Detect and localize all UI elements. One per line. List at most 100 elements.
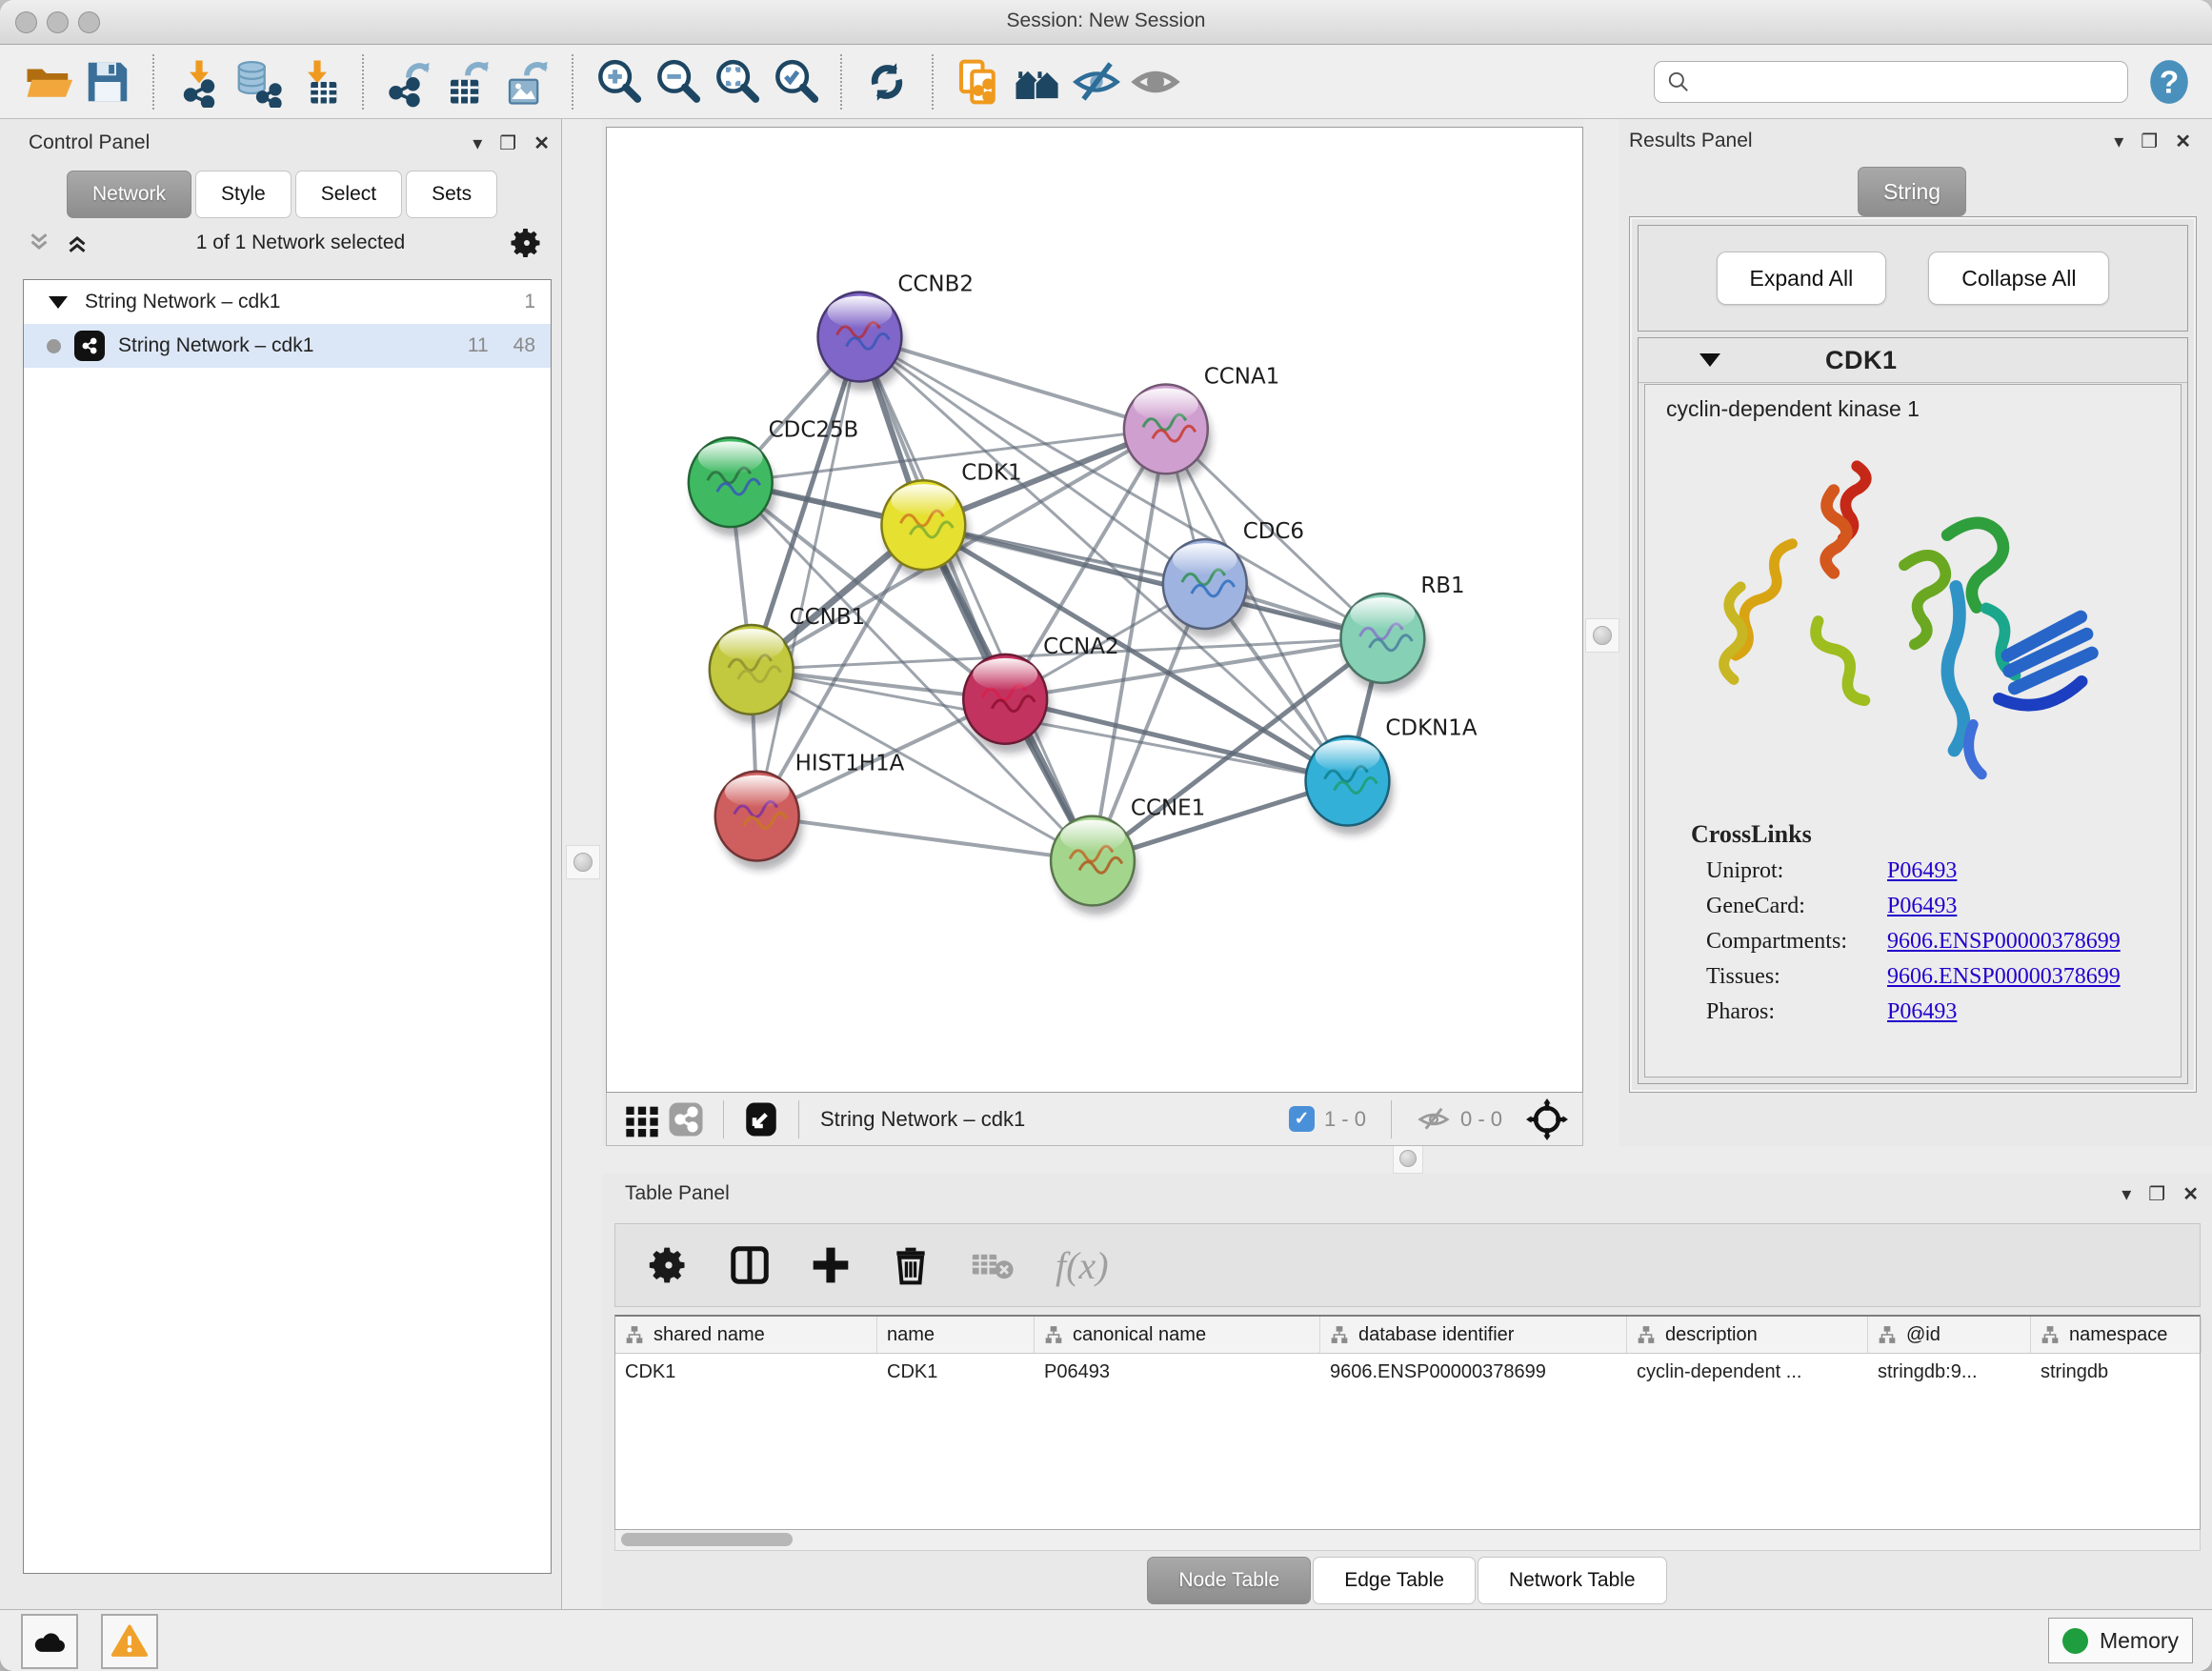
tab-sets[interactable]: Sets bbox=[406, 171, 497, 218]
network-node-CCNB2[interactable]: CCNB2 bbox=[818, 272, 974, 392]
column-header-name[interactable]: name bbox=[877, 1317, 1035, 1353]
network-node-RB1[interactable]: RB1 bbox=[1340, 574, 1464, 693]
add-column-button[interactable] bbox=[810, 1238, 852, 1292]
hide-selected-button[interactable] bbox=[1067, 52, 1126, 111]
tab-edge-table[interactable]: Edge Table bbox=[1313, 1557, 1476, 1604]
tab-select[interactable]: Select bbox=[295, 171, 402, 218]
network-node-HIST1H1A[interactable]: HIST1H1A bbox=[715, 752, 905, 871]
organisms-button[interactable] bbox=[1008, 52, 1067, 111]
panel-close-icon[interactable]: ✕ bbox=[2182, 1182, 2199, 1206]
network-edge-HIST1H1A-CCNE1[interactable] bbox=[757, 816, 1093, 861]
crosslink-label: GeneCard: bbox=[1706, 894, 1887, 919]
cell-namespace[interactable]: stringdb bbox=[2031, 1354, 2202, 1390]
birdseye-view-button[interactable] bbox=[1525, 1097, 1569, 1141]
tab-network-table[interactable]: Network Table bbox=[1478, 1557, 1667, 1604]
column-header-database-identifier[interactable]: database identifier bbox=[1320, 1317, 1627, 1353]
column-header-@id[interactable]: @id bbox=[1868, 1317, 2031, 1353]
export-image-button[interactable] bbox=[497, 52, 556, 111]
expand-all-icon[interactable] bbox=[63, 229, 91, 257]
crosslink-link[interactable]: P06493 bbox=[1887, 858, 1957, 884]
expand-all-button[interactable]: Expand All bbox=[1717, 252, 1887, 305]
left-splitter[interactable] bbox=[562, 119, 602, 1610]
network-row-selected[interactable]: String Network – cdk1 11 48 bbox=[24, 324, 551, 368]
zoom-out-button[interactable] bbox=[648, 52, 707, 111]
bottom-splitter[interactable] bbox=[602, 1146, 2212, 1174]
table-row[interactable]: CDK1CDK1P064939606.ENSP00000378699cyclin… bbox=[615, 1354, 2200, 1390]
tab-node-table[interactable]: Node Table bbox=[1147, 1557, 1311, 1604]
network-view-type-button[interactable] bbox=[664, 1097, 708, 1141]
network-collection-row[interactable]: String Network – cdk1 1 bbox=[24, 280, 551, 324]
warnings-button[interactable] bbox=[101, 1614, 158, 1669]
collapse-all-button[interactable]: Collapse All bbox=[1928, 252, 2109, 305]
tab-style[interactable]: Style bbox=[195, 171, 292, 218]
string-app-button[interactable] bbox=[949, 52, 1008, 111]
network-node-CDKN1A[interactable]: CDKN1A bbox=[1306, 716, 1478, 836]
export-network-button[interactable] bbox=[379, 52, 438, 111]
scrollbar-thumb[interactable] bbox=[621, 1533, 793, 1546]
panel-close-icon[interactable]: ✕ bbox=[533, 131, 550, 155]
network-edge-CCNB2-HIST1H1A[interactable] bbox=[757, 337, 860, 816]
network-edge-CDK1-RB1[interactable] bbox=[923, 525, 1382, 638]
network-node-CCNA1[interactable]: CCNA1 bbox=[1124, 364, 1279, 483]
panel-collapse-icon[interactable]: ▾ bbox=[2114, 130, 2123, 153]
network-node-CCNE1[interactable]: CCNE1 bbox=[1051, 796, 1205, 916]
cell-@id[interactable]: stringdb:9... bbox=[1868, 1354, 2031, 1390]
crosslink-link[interactable]: P06493 bbox=[1887, 894, 1957, 919]
help-button[interactable]: ? bbox=[2145, 58, 2193, 106]
search-field[interactable] bbox=[1654, 61, 2128, 103]
tab-string[interactable]: String bbox=[1858, 167, 1966, 216]
detach-view-button[interactable] bbox=[739, 1097, 783, 1141]
cell-database-identifier[interactable]: 9606.ENSP00000378699 bbox=[1320, 1354, 1627, 1390]
refresh-button[interactable] bbox=[857, 52, 916, 111]
right-splitter[interactable] bbox=[1583, 119, 1619, 1146]
selected-checkbox-icon[interactable]: ✓ bbox=[1289, 1106, 1315, 1132]
horizontal-scrollbar[interactable] bbox=[614, 1530, 2201, 1551]
column-header-shared-name[interactable]: shared name bbox=[615, 1317, 877, 1353]
import-table-button[interactable] bbox=[288, 52, 347, 111]
cell-name[interactable]: CDK1 bbox=[877, 1354, 1035, 1390]
import-network-button[interactable] bbox=[170, 52, 229, 111]
network-node-CDK1[interactable]: CDK1 bbox=[881, 460, 1021, 579]
gene-details: cyclin-dependent kinase 1 bbox=[1644, 384, 2182, 1077]
column-header-namespace[interactable]: namespace bbox=[2031, 1317, 2202, 1353]
zoom-selected-button[interactable] bbox=[766, 52, 825, 111]
delete-column-button[interactable] bbox=[890, 1238, 932, 1292]
network-canvas[interactable]: CCNB2CCNA1CDC25BCDK1CDC6RB1CCNB1CCNA2CDK… bbox=[606, 127, 1583, 1093]
panel-close-icon[interactable]: ✕ bbox=[2175, 130, 2191, 153]
show-columns-button[interactable] bbox=[728, 1238, 772, 1292]
column-header-canonical-name[interactable]: canonical name bbox=[1035, 1317, 1320, 1353]
memory-button[interactable]: Memory bbox=[2048, 1618, 2193, 1663]
panel-collapse-icon[interactable]: ▾ bbox=[2122, 1182, 2131, 1206]
panel-collapse-icon[interactable]: ▾ bbox=[473, 131, 482, 155]
crosslink-link[interactable]: P06493 bbox=[1887, 999, 1957, 1025]
save-session-button[interactable] bbox=[78, 52, 137, 111]
show-all-button[interactable] bbox=[1126, 52, 1185, 111]
cell-shared-name[interactable]: CDK1 bbox=[615, 1354, 877, 1390]
import-database-button[interactable] bbox=[229, 52, 288, 111]
gene-section-header[interactable]: CDK1 bbox=[1639, 338, 2187, 383]
collapse-all-icon[interactable] bbox=[25, 229, 53, 257]
export-table-button[interactable] bbox=[438, 52, 497, 111]
search-input[interactable] bbox=[1699, 70, 2116, 93]
tree-expand-caret-icon[interactable] bbox=[49, 296, 68, 309]
network-node-CDC6[interactable]: CDC6 bbox=[1163, 519, 1304, 638]
network-edge-CCNB2-CCNA1[interactable] bbox=[859, 337, 1165, 430]
panel-float-icon[interactable]: ❐ bbox=[2141, 130, 2158, 153]
crosslink-link[interactable]: 9606.ENSP00000378699 bbox=[1887, 929, 2121, 955]
network-edge-CCNB2-CCNE1[interactable] bbox=[859, 337, 1093, 861]
grid-view-button[interactable] bbox=[620, 1097, 664, 1141]
network-options-gear-icon[interactable] bbox=[510, 226, 544, 260]
cell-description[interactable]: cyclin-dependent ... bbox=[1627, 1354, 1868, 1390]
open-session-button[interactable] bbox=[19, 52, 78, 111]
table-options-button[interactable] bbox=[648, 1238, 690, 1292]
zoom-fit-button[interactable] bbox=[707, 52, 766, 111]
column-header-description[interactable]: description bbox=[1627, 1317, 1868, 1353]
panel-float-icon[interactable]: ❐ bbox=[499, 131, 516, 155]
cell-canonical-name[interactable]: P06493 bbox=[1035, 1354, 1320, 1390]
automation-button[interactable] bbox=[21, 1614, 78, 1669]
panel-float-icon[interactable]: ❐ bbox=[2148, 1182, 2165, 1206]
crosslink-link[interactable]: 9606.ENSP00000378699 bbox=[1887, 964, 2121, 990]
zoom-in-button[interactable] bbox=[589, 52, 648, 111]
section-collapse-caret-icon[interactable] bbox=[1699, 353, 1720, 367]
tab-network[interactable]: Network bbox=[67, 171, 191, 218]
